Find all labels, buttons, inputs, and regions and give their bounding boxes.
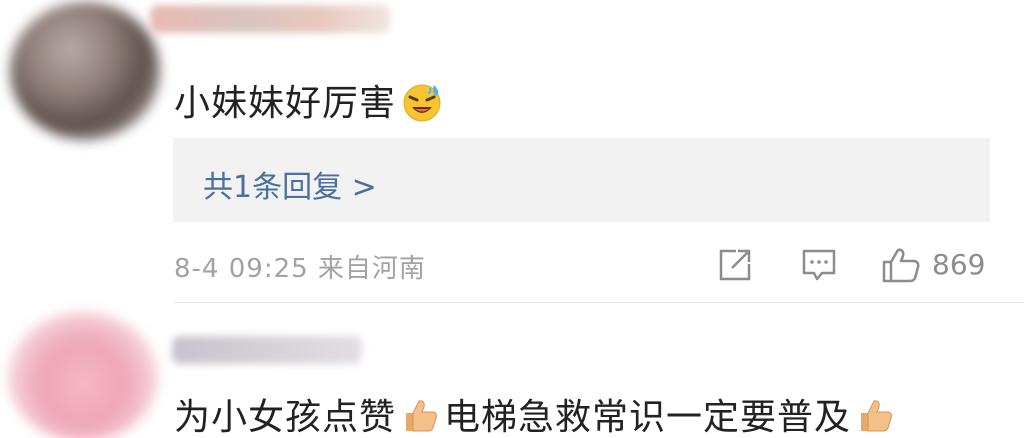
comment-text-part1: 为小女孩点赞 [174,397,397,438]
thumbs-up-icon[interactable] [880,246,922,288]
comment-divider [174,302,1024,303]
thumbs-up-icon [400,395,440,438]
reply-box[interactable]: 共1条回复 > [173,138,990,222]
username-blurred[interactable] [172,336,362,364]
comment-meta: 8-4 09:25 来自河南 [174,254,426,284]
comment-body: 为小女孩点赞 电梯急救常识一定要普及 [174,388,899,438]
comment-text: 小妹妹好厉害 [174,83,397,124]
comment-feed: 小妹妹好厉害 共1条回复 > 8-4 09:25 来自河南 869 为小女孩点赞… [0,0,1024,438]
like-count: 869 [932,248,986,281]
share-icon[interactable] [716,246,754,288]
comment-text-part2: 电梯急救常识一定要普及 [444,397,852,438]
avatar[interactable] [10,2,160,140]
laughing-crying-face-icon [400,79,444,132]
username-blurred[interactable] [150,5,390,33]
comment-icon[interactable] [800,246,838,288]
view-replies-link[interactable]: 共1条回复 > [203,162,377,206]
thumbs-up-icon [855,395,895,438]
avatar[interactable] [8,312,158,438]
comment-body: 小妹妹好厉害 [174,74,448,132]
